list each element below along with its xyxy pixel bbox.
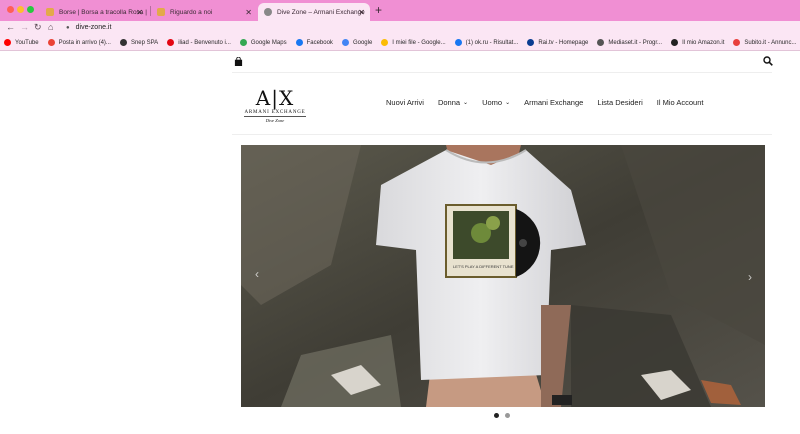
bookmark-favicon-icon [733, 39, 741, 46]
slider-prev-arrow[interactable]: ‹ [255, 267, 259, 281]
bookmark-favicon-icon [295, 39, 303, 46]
chevron-down-icon: ⌄ [505, 100, 511, 106]
bookmark-item[interactable]: YouTube [4, 39, 39, 46]
new-tab-button[interactable]: + [375, 3, 382, 17]
bookmark-item[interactable]: Facebook [295, 39, 333, 46]
hero-photo: LET'S PLAY A DIFFERENT TUNE [241, 145, 765, 407]
bookmark-label: iliad - Benvenuto i... [178, 39, 231, 46]
slider-next-arrow[interactable]: › [748, 270, 752, 284]
lock-icon: ● [66, 24, 70, 31]
globe-favicon-icon [264, 8, 272, 16]
logo-mark: A|X [255, 86, 295, 110]
close-tab-icon[interactable]: ✕ [245, 8, 252, 17]
bookmark-item[interactable]: Google Maps [239, 39, 287, 46]
search-icon[interactable] [763, 56, 773, 66]
back-button[interactable]: ← [6, 22, 15, 32]
bookmark-label: Google Maps [250, 39, 287, 46]
menu-item-label: Donna [437, 98, 461, 107]
shopping-bag-icon[interactable] [234, 57, 243, 66]
shop-favicon-icon [157, 8, 165, 16]
browser-tab-bar: Borse | Borsa a tracolla Rosa | ✕ Riguar… [0, 0, 800, 21]
main-menu: Nuovi Arrivi Donna ⌄ Uomo ⌄ Armani Exchange Li… [386, 98, 717, 107]
slider-dot-active[interactable] [494, 413, 499, 418]
bookmark-label: I miei file - Google... [392, 39, 446, 46]
logo-subtitle: Dive Zone [244, 116, 306, 123]
bookmark-label: Il mio Amazon.it [682, 39, 725, 46]
header-divider [232, 72, 772, 73]
menu-item-armani-exchange[interactable]: Armani Exchange [524, 98, 583, 107]
bookmark-item[interactable]: I miei file - Google... [381, 39, 446, 46]
bookmark-favicon-icon [4, 39, 11, 46]
bookmark-favicon-icon [167, 39, 175, 46]
bookmark-favicon-icon [119, 39, 127, 46]
bookmark-label: Subito.it - Annunc... [744, 39, 797, 46]
bookmark-item[interactable]: Rai.tv - Homepage [527, 39, 588, 46]
tab-title: Borse | Borsa a tracolla Rosa | [59, 8, 147, 16]
url-text: dive-zone.it [75, 24, 112, 31]
home-button[interactable]: ⌂ [48, 22, 53, 32]
close-tab-icon[interactable]: ✕ [136, 8, 143, 17]
logo-brand: ARMANI EXCHANGE [244, 110, 306, 115]
chevron-down-icon: ⌄ [463, 100, 469, 106]
bookmark-favicon-icon [671, 39, 679, 46]
bookmark-item[interactable]: Posta in arrivo (4)... [47, 39, 111, 46]
bookmark-item[interactable]: Snep SPA [119, 39, 159, 46]
menu-divider [232, 134, 772, 135]
menu-item-uomo[interactable]: Uomo ⌄ [482, 98, 510, 107]
bookmark-label: Google [352, 39, 373, 46]
bookmark-label: (1) ok.ru - Risultat... [465, 39, 519, 46]
browser-tab[interactable]: Riguardo a noi ✕ [151, 3, 257, 21]
web-page: A|X ARMANI EXCHANGE Dive Zone Nuovi Arri… [0, 52, 800, 434]
menu-item-lista-desideri[interactable]: Lista Desideri [597, 98, 642, 107]
tab-title: Dive Zone – Armani Exchange [277, 8, 365, 16]
menu-item-label: Uomo [482, 98, 503, 107]
bookmark-item[interactable]: Subito.it - Annunc... [733, 39, 796, 46]
bookmark-item[interactable]: iliad - Benvenuto i... [167, 39, 231, 46]
bookmark-label: Snep SPA [130, 39, 159, 46]
bookmark-item[interactable]: Il mio Amazon.it [671, 39, 724, 46]
menu-item-il-mio-account[interactable]: Il Mio Account [657, 98, 704, 107]
site-logo[interactable]: A|X ARMANI EXCHANGE Dive Zone [240, 88, 310, 128]
bookmark-label: YouTube [15, 39, 39, 46]
close-tab-icon[interactable]: ✕ [358, 8, 365, 17]
slider-dot[interactable] [505, 413, 510, 418]
close-window-button[interactable] [7, 6, 14, 13]
bookmark-favicon-icon [239, 39, 247, 46]
hero-slider-image[interactable]: LET'S PLAY A DIFFERENT TUNE [241, 145, 765, 407]
tab-title: Riguardo a noi [170, 8, 213, 16]
minimize-window-button[interactable] [17, 6, 24, 13]
bookmark-favicon-icon [527, 39, 535, 46]
bookmark-favicon-icon [381, 39, 389, 46]
shirt-print-caption: LET'S PLAY A DIFFERENT TUNE [453, 264, 514, 269]
address-bar-row: ← → ↻ ⌂ ● dive-zone.it [0, 21, 800, 35]
bookmark-label: Facebook [306, 39, 333, 46]
browser-tab[interactable]: Borse | Borsa a tracolla Rosa | ✕ [40, 3, 148, 21]
menu-item-label: Armani Exchange [524, 98, 584, 107]
reload-button[interactable]: ↻ [34, 22, 42, 33]
shop-favicon-icon [46, 8, 54, 16]
menu-item-donna[interactable]: Donna ⌄ [438, 98, 468, 107]
menu-item-nuovi-arrivi[interactable]: Nuovi Arrivi [386, 98, 424, 107]
bookmark-label: Posta in arrivo (4)... [58, 39, 111, 46]
zoom-window-button[interactable] [27, 6, 34, 13]
bookmark-favicon-icon [454, 39, 462, 46]
bookmark-favicon-icon [341, 39, 349, 46]
menu-item-label: Nuovi Arrivi [386, 98, 424, 107]
bookmark-item[interactable]: Google [341, 39, 373, 46]
bookmark-item[interactable]: Mediaset.it - Progr... [597, 39, 662, 46]
menu-item-label: Lista Desideri [597, 98, 643, 107]
bookmark-favicon-icon [47, 39, 55, 46]
url-field[interactable]: ● dive-zone.it [66, 21, 111, 34]
bookmark-label: Rai.tv - Homepage [538, 39, 589, 46]
browser-tab-active[interactable]: Dive Zone – Armani Exchange ✕ [258, 3, 370, 21]
forward-button[interactable]: → [20, 22, 29, 32]
menu-item-label: Il Mio Account [656, 98, 704, 107]
bookmark-item[interactable]: (1) ok.ru - Risultat... [454, 39, 519, 46]
slider-pagination [494, 413, 516, 418]
bookmarks-bar: YouTube Posta in arrivo (4)... Snep SPA ili… [0, 35, 800, 51]
bookmark-favicon-icon [597, 39, 605, 46]
bookmark-label: Mediaset.it - Progr... [608, 39, 663, 46]
